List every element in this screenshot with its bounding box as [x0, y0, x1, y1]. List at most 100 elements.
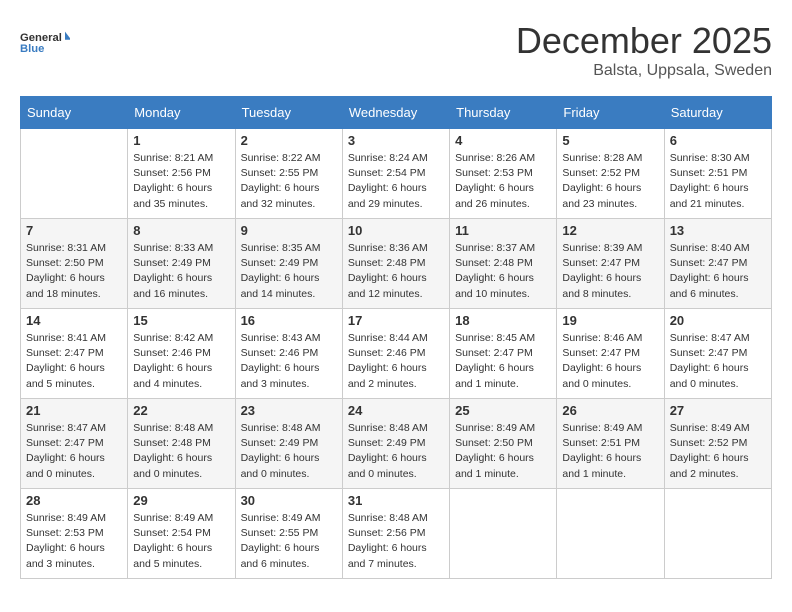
- svg-text:Blue: Blue: [20, 43, 44, 55]
- day-number: 1: [133, 133, 229, 148]
- calendar-cell: [21, 129, 128, 219]
- day-number: 24: [348, 403, 444, 418]
- day-number: 12: [562, 223, 658, 238]
- calendar-cell: 20 Sunrise: 8:47 AMSunset: 2:47 PMDayligh…: [664, 309, 771, 399]
- day-info: Sunrise: 8:48 AMSunset: 2:49 PMDaylight:…: [241, 421, 337, 482]
- calendar-cell: [557, 489, 664, 579]
- day-number: 18: [455, 313, 551, 328]
- title-block: December 2025 Balsta, Uppsala, Sweden: [516, 20, 772, 80]
- calendar-cell: 1 Sunrise: 8:21 AMSunset: 2:56 PMDaylight…: [128, 129, 235, 219]
- calendar-header-row: SundayMondayTuesdayWednesdayThursdayFrid…: [21, 97, 772, 129]
- week-row-1: 1 Sunrise: 8:21 AMSunset: 2:56 PMDaylight…: [21, 129, 772, 219]
- calendar-cell: 24 Sunrise: 8:48 AMSunset: 2:49 PMDayligh…: [342, 399, 449, 489]
- calendar-cell: 2 Sunrise: 8:22 AMSunset: 2:55 PMDaylight…: [235, 129, 342, 219]
- day-info: Sunrise: 8:24 AMSunset: 2:54 PMDaylight:…: [348, 151, 444, 212]
- calendar-cell: 10Sunrise: 8:36 AMSunset: 2:48 PMDayligh…: [342, 219, 449, 309]
- calendar-table: SundayMondayTuesdayWednesdayThursdayFrid…: [20, 96, 772, 579]
- day-info: Sunrise: 8:22 AMSunset: 2:55 PMDaylight:…: [241, 151, 337, 212]
- day-info: Sunrise: 8:30 AMSunset: 2:51 PMDaylight:…: [670, 151, 766, 212]
- day-info: Sunrise: 8:26 AMSunset: 2:53 PMDaylight:…: [455, 151, 551, 212]
- calendar-cell: 23 Sunrise: 8:48 AMSunset: 2:49 PMDayligh…: [235, 399, 342, 489]
- week-row-4: 21 Sunrise: 8:47 AMSunset: 2:47 PMDayligh…: [21, 399, 772, 489]
- day-info: Sunrise: 8:47 AMSunset: 2:47 PMDaylight:…: [26, 421, 122, 482]
- logo-svg: General Blue: [20, 20, 70, 65]
- day-info: Sunrise: 8:49 AMSunset: 2:55 PMDaylight:…: [241, 511, 337, 572]
- day-number: 7: [26, 223, 122, 238]
- week-row-5: 28 Sunrise: 8:49 AMSunset: 2:53 PMDayligh…: [21, 489, 772, 579]
- day-number: 5: [562, 133, 658, 148]
- day-info: Sunrise: 8:49 AMSunset: 2:53 PMDaylight:…: [26, 511, 122, 572]
- day-header-monday: Monday: [128, 97, 235, 129]
- calendar-cell: 18 Sunrise: 8:45 AMSunset: 2:47 PMDayligh…: [450, 309, 557, 399]
- day-info: Sunrise: 8:49 AMSunset: 2:52 PMDaylight:…: [670, 421, 766, 482]
- day-number: 30: [241, 493, 337, 508]
- day-number: 17: [348, 313, 444, 328]
- day-number: 3: [348, 133, 444, 148]
- day-info: Sunrise: 8:21 AMSunset: 2:56 PMDaylight:…: [133, 151, 229, 212]
- day-info: Sunrise: 8:47 AMSunset: 2:47 PMDaylight:…: [670, 331, 766, 392]
- calendar-cell: 15Sunrise: 8:42 AMSunset: 2:46 PMDayligh…: [128, 309, 235, 399]
- calendar-cell: [664, 489, 771, 579]
- calendar-cell: 6 Sunrise: 8:30 AMSunset: 2:51 PMDaylight…: [664, 129, 771, 219]
- day-info: Sunrise: 8:41 AMSunset: 2:47 PMDaylight:…: [26, 331, 122, 392]
- day-info: Sunrise: 8:44 AMSunset: 2:46 PMDaylight:…: [348, 331, 444, 392]
- day-info: Sunrise: 8:48 AMSunset: 2:48 PMDaylight:…: [133, 421, 229, 482]
- day-info: Sunrise: 8:40 AMSunset: 2:47 PMDaylight:…: [670, 241, 766, 302]
- day-number: 22: [133, 403, 229, 418]
- calendar-cell: 27 Sunrise: 8:49 AMSunset: 2:52 PMDayligh…: [664, 399, 771, 489]
- week-row-3: 14Sunrise: 8:41 AMSunset: 2:47 PMDayligh…: [21, 309, 772, 399]
- calendar-cell: 30 Sunrise: 8:49 AMSunset: 2:55 PMDayligh…: [235, 489, 342, 579]
- calendar-cell: 3 Sunrise: 8:24 AMSunset: 2:54 PMDaylight…: [342, 129, 449, 219]
- day-info: Sunrise: 8:49 AMSunset: 2:51 PMDaylight:…: [562, 421, 658, 482]
- day-number: 26: [562, 403, 658, 418]
- calendar-cell: 22 Sunrise: 8:48 AMSunset: 2:48 PMDayligh…: [128, 399, 235, 489]
- day-info: Sunrise: 8:49 AMSunset: 2:54 PMDaylight:…: [133, 511, 229, 572]
- day-info: Sunrise: 8:45 AMSunset: 2:47 PMDaylight:…: [455, 331, 551, 392]
- week-row-2: 7 Sunrise: 8:31 AMSunset: 2:50 PMDaylight…: [21, 219, 772, 309]
- day-number: 28: [26, 493, 122, 508]
- day-number: 27: [670, 403, 766, 418]
- day-number: 31: [348, 493, 444, 508]
- day-number: 29: [133, 493, 229, 508]
- day-number: 23: [241, 403, 337, 418]
- calendar-cell: 5 Sunrise: 8:28 AMSunset: 2:52 PMDaylight…: [557, 129, 664, 219]
- day-number: 4: [455, 133, 551, 148]
- calendar-cell: 16Sunrise: 8:43 AMSunset: 2:46 PMDayligh…: [235, 309, 342, 399]
- calendar-cell: 29 Sunrise: 8:49 AMSunset: 2:54 PMDayligh…: [128, 489, 235, 579]
- day-number: 20: [670, 313, 766, 328]
- calendar-cell: 14Sunrise: 8:41 AMSunset: 2:47 PMDayligh…: [21, 309, 128, 399]
- day-info: Sunrise: 8:28 AMSunset: 2:52 PMDaylight:…: [562, 151, 658, 212]
- day-info: Sunrise: 8:48 AMSunset: 2:56 PMDaylight:…: [348, 511, 444, 572]
- day-info: Sunrise: 8:49 AMSunset: 2:50 PMDaylight:…: [455, 421, 551, 482]
- calendar-cell: 17 Sunrise: 8:44 AMSunset: 2:46 PMDayligh…: [342, 309, 449, 399]
- day-number: 8: [133, 223, 229, 238]
- day-info: Sunrise: 8:33 AMSunset: 2:49 PMDaylight:…: [133, 241, 229, 302]
- calendar-cell: 9Sunrise: 8:35 AMSunset: 2:49 PMDaylight…: [235, 219, 342, 309]
- calendar-cell: 12 Sunrise: 8:39 AMSunset: 2:47 PMDayligh…: [557, 219, 664, 309]
- calendar-cell: 11 Sunrise: 8:37 AMSunset: 2:48 PMDayligh…: [450, 219, 557, 309]
- day-number: 13: [670, 223, 766, 238]
- page-header: General Blue December 2025 Balsta, Uppsa…: [20, 20, 772, 80]
- day-header-wednesday: Wednesday: [342, 97, 449, 129]
- day-number: 16: [241, 313, 337, 328]
- calendar-cell: 13 Sunrise: 8:40 AMSunset: 2:47 PMDayligh…: [664, 219, 771, 309]
- day-header-saturday: Saturday: [664, 97, 771, 129]
- logo: General Blue: [20, 20, 70, 65]
- day-number: 21: [26, 403, 122, 418]
- day-header-sunday: Sunday: [21, 97, 128, 129]
- day-info: Sunrise: 8:31 AMSunset: 2:50 PMDaylight:…: [26, 241, 122, 302]
- day-number: 2: [241, 133, 337, 148]
- day-number: 6: [670, 133, 766, 148]
- day-info: Sunrise: 8:37 AMSunset: 2:48 PMDaylight:…: [455, 241, 551, 302]
- day-info: Sunrise: 8:48 AMSunset: 2:49 PMDaylight:…: [348, 421, 444, 482]
- day-number: 11: [455, 223, 551, 238]
- calendar-cell: 21 Sunrise: 8:47 AMSunset: 2:47 PMDayligh…: [21, 399, 128, 489]
- calendar-cell: 25Sunrise: 8:49 AMSunset: 2:50 PMDayligh…: [450, 399, 557, 489]
- day-number: 19: [562, 313, 658, 328]
- location: Balsta, Uppsala, Sweden: [516, 62, 772, 80]
- calendar-cell: 26 Sunrise: 8:49 AMSunset: 2:51 PMDayligh…: [557, 399, 664, 489]
- day-info: Sunrise: 8:39 AMSunset: 2:47 PMDaylight:…: [562, 241, 658, 302]
- day-header-tuesday: Tuesday: [235, 97, 342, 129]
- svg-text:General: General: [20, 32, 62, 44]
- day-info: Sunrise: 8:36 AMSunset: 2:48 PMDaylight:…: [348, 241, 444, 302]
